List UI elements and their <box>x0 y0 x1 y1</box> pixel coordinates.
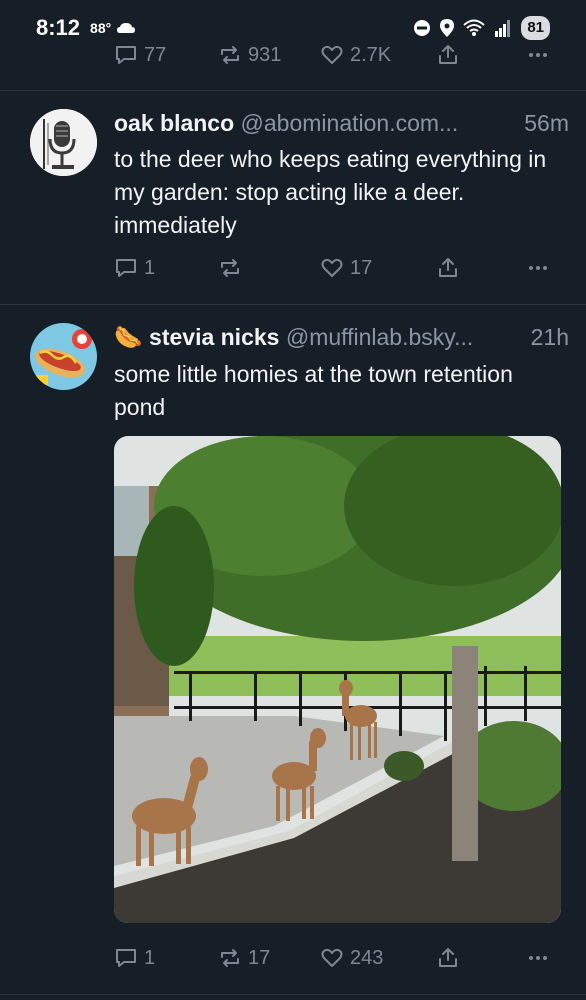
share-icon <box>439 258 457 277</box>
like-count: 2.7K <box>350 43 392 66</box>
avatar[interactable] <box>30 109 97 176</box>
post-image-deer[interactable] <box>114 436 561 923</box>
like-button[interactable]: 17 <box>320 256 372 280</box>
reply-icon <box>116 46 136 64</box>
reply-button[interactable]: 77 <box>114 43 166 67</box>
heart-icon <box>321 45 343 64</box>
post-actions: 1 17 243 <box>114 943 554 973</box>
hotdog-avatar-icon <box>30 323 97 390</box>
like-button[interactable]: 2.7K <box>320 43 391 67</box>
repost-button[interactable]: 17 <box>218 946 270 970</box>
location-icon <box>440 19 455 37</box>
more-options-button[interactable] <box>526 256 550 280</box>
ellipsis-icon <box>529 956 547 960</box>
reply-count: 77 <box>144 43 167 66</box>
battery-indicator: 81 <box>521 16 550 40</box>
repost-icon <box>221 949 239 967</box>
microphone-avatar-icon <box>30 109 97 176</box>
share-icon <box>439 948 457 967</box>
ellipsis-icon <box>529 53 547 57</box>
post-text: some little homies at the town retention… <box>114 361 513 420</box>
repost-count: 931 <box>248 43 282 66</box>
post-header: oak blanco @abomination.com... 56m <box>114 110 569 137</box>
reply-button[interactable]: 1 <box>114 256 155 280</box>
user-handle[interactable]: @abomination.com... <box>241 110 459 136</box>
status-temperature: 88° <box>90 20 112 36</box>
post-header: 🌭 stevia nicks @muffinlab.bsky... 21h <box>114 324 569 351</box>
post-actions: 77 931 2.7K <box>114 40 554 70</box>
heart-icon <box>321 948 343 967</box>
post-actions: 1 17 <box>114 253 554 283</box>
post-divider <box>0 994 586 995</box>
share-button[interactable] <box>436 946 460 970</box>
hotdog-emoji-icon: 🌭 <box>114 324 143 350</box>
reply-count: 1 <box>144 256 156 279</box>
repost-button[interactable]: 931 <box>218 43 281 67</box>
status-time: 8:12 <box>36 15 81 40</box>
cloud-icon <box>117 23 136 33</box>
more-options-button[interactable] <box>526 946 550 970</box>
deer-photo <box>114 436 561 923</box>
reply-icon <box>116 949 136 967</box>
share-button[interactable] <box>436 256 460 280</box>
signal-icon <box>495 20 511 37</box>
repost-icon <box>221 259 239 277</box>
wifi-icon <box>463 19 485 36</box>
post-divider <box>0 304 586 305</box>
display-name[interactable]: oak blanco <box>114 110 234 136</box>
post-time[interactable]: 56m <box>520 110 569 137</box>
post-divider <box>0 90 586 91</box>
like-count: 17 <box>350 256 373 279</box>
reply-button[interactable]: 1 <box>114 946 155 970</box>
heart-icon <box>321 258 343 277</box>
more-options-button[interactable] <box>526 43 550 67</box>
like-button[interactable]: 243 <box>320 946 383 970</box>
display-name[interactable]: stevia nicks <box>149 324 279 350</box>
ellipsis-icon <box>529 266 547 270</box>
repost-count: 17 <box>248 946 271 969</box>
status-icons: 81 <box>413 16 550 40</box>
do-not-disturb-icon <box>414 20 431 36</box>
post-text: to the deer who keeps eating everything … <box>114 146 547 238</box>
like-count: 243 <box>350 946 384 969</box>
repost-icon <box>221 46 239 64</box>
repost-button[interactable] <box>218 256 248 280</box>
post-time[interactable]: 21h <box>526 324 569 351</box>
user-handle[interactable]: @muffinlab.bsky... <box>286 324 473 350</box>
avatar[interactable] <box>30 323 97 390</box>
reply-count: 1 <box>144 946 156 969</box>
share-button[interactable] <box>436 43 460 67</box>
reply-icon <box>116 259 136 277</box>
share-icon <box>439 45 457 64</box>
